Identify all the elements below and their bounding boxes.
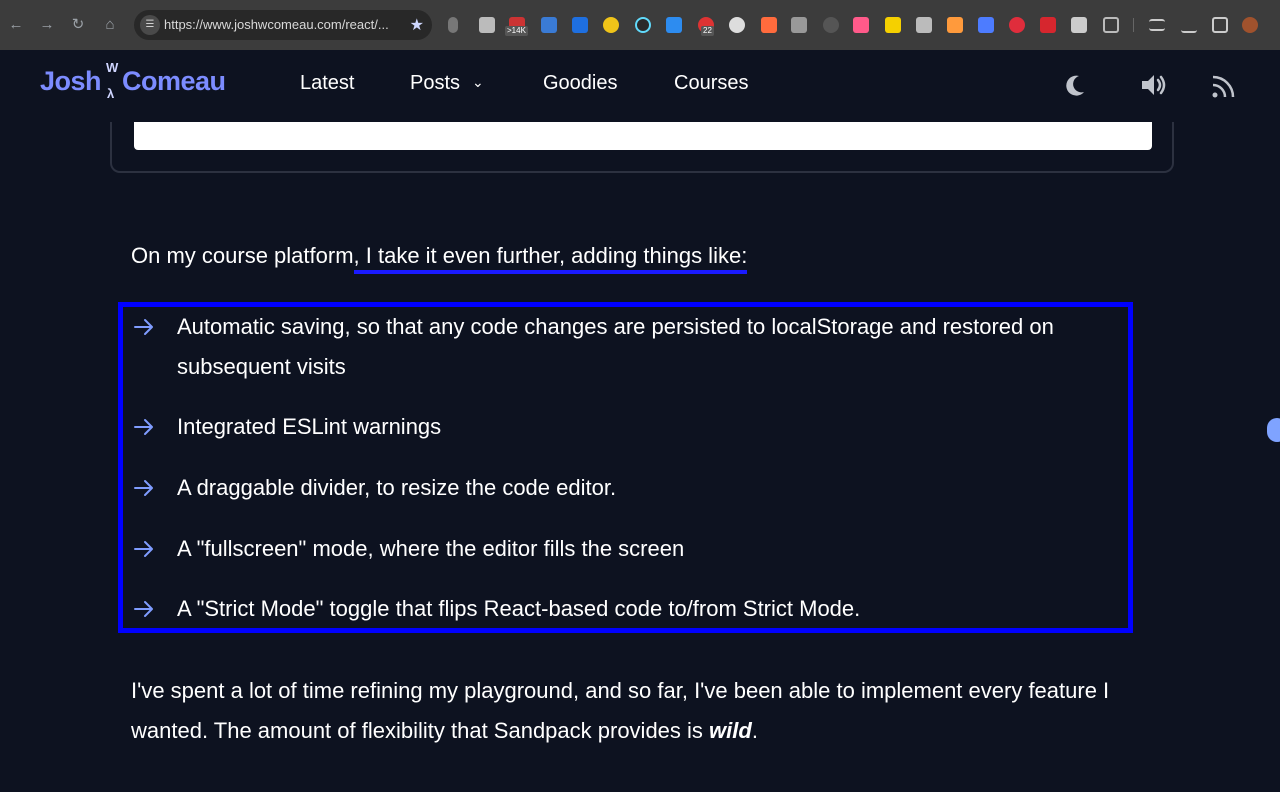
extension-icon[interactable] — [1009, 17, 1025, 33]
nav-latest[interactable]: Latest — [300, 72, 354, 95]
arrow-right-icon — [134, 480, 153, 496]
extension-icon[interactable] — [761, 17, 777, 33]
tv-extension-icon[interactable] — [1040, 17, 1056, 33]
logo-last-name: Comeau — [122, 66, 226, 96]
home-icon[interactable]: ⌂ — [100, 15, 120, 35]
nav-courses[interactable]: Courses — [674, 72, 748, 95]
list-item: A "Strict Mode" toggle that flips React-… — [177, 596, 861, 621]
arrow-right-icon — [134, 319, 153, 335]
microphone-icon[interactable] — [448, 17, 458, 33]
nav-posts[interactable]: Posts ⌄ — [410, 72, 484, 95]
site-info-icon[interactable]: ☰ — [140, 15, 160, 35]
highlighter-extension-icon[interactable] — [885, 17, 901, 33]
address-bar[interactable]: ☰ https://www.joshwcomeau.com/react/... … — [134, 10, 432, 40]
logo-w-mark: W — [106, 60, 119, 75]
outro-emphasis: wild — [709, 718, 752, 743]
site-header: Josh W λ Comeau Latest Posts ⌄ Goodies Co… — [0, 50, 1280, 122]
outro-text: I've spent a lot of time refining my pla… — [131, 678, 1110, 743]
arrow-right-icon — [134, 419, 153, 435]
extension-icon[interactable] — [1071, 17, 1087, 33]
moon-icon[interactable] — [1064, 70, 1094, 100]
bookmark-star-icon[interactable]: ★ — [410, 15, 424, 35]
intro-paragraph: On my course platform, I take it even fu… — [131, 236, 748, 276]
toolbar-divider — [1133, 18, 1134, 32]
browser-toolbar: ← → ↻ ⌂ ☰ https://www.joshwcomeau.com/re… — [0, 0, 1280, 50]
nav-goodies[interactable]: Goodies — [543, 72, 618, 95]
extension-icon[interactable] — [541, 17, 557, 33]
extension-icon[interactable] — [666, 17, 682, 33]
vue-devtools-icon[interactable] — [916, 17, 932, 33]
nav-posts-label: Posts — [410, 72, 461, 94]
camera-extension-icon[interactable] — [479, 17, 495, 33]
rss-icon[interactable] — [1210, 70, 1240, 100]
list-item: Automatic saving, so that any code chang… — [177, 314, 1054, 379]
puzzle-extensions-icon[interactable] — [1103, 17, 1119, 33]
extension-icon[interactable] — [853, 17, 869, 33]
extension-icon[interactable] — [572, 17, 588, 33]
intro-text: On my course platform — [131, 243, 354, 268]
intro-highlight: , I take it even further, adding things … — [353, 243, 748, 274]
floating-extension-icon[interactable] — [1267, 418, 1280, 442]
list-item: A "fullscreen" mode, where the editor fi… — [177, 536, 685, 561]
chevron-down-icon: ⌄ — [472, 74, 484, 90]
url-text[interactable]: https://www.joshwcomeau.com/react/... — [164, 17, 389, 32]
cube-extension-icon[interactable] — [791, 17, 807, 33]
code-playground-card — [110, 122, 1174, 173]
sound-icon[interactable] — [1139, 70, 1169, 100]
extension-icon[interactable] — [947, 17, 963, 33]
extension-icon[interactable] — [823, 17, 839, 33]
list-item: A draggable divider, to resize the code … — [177, 475, 617, 500]
outro-period: . — [751, 718, 758, 743]
reading-list-icon[interactable] — [1149, 19, 1165, 31]
glasses-extension-icon[interactable] — [729, 17, 745, 33]
extension-badge: >14K — [505, 26, 528, 36]
extension-badge: 22 — [701, 26, 714, 36]
reload-icon[interactable]: ↻ — [68, 15, 88, 35]
extension-icon[interactable] — [978, 17, 994, 33]
logo-first-name: Josh — [40, 66, 102, 96]
back-icon[interactable]: ← — [6, 15, 26, 35]
side-panel-icon[interactable] — [1212, 17, 1228, 33]
heart-extension-icon[interactable] — [603, 17, 619, 33]
outro-paragraph: I've spent a lot of time refining my pla… — [131, 671, 1131, 751]
download-icon[interactable] — [1181, 17, 1197, 33]
code-playground-preview[interactable] — [134, 122, 1152, 150]
arrow-right-icon — [134, 601, 153, 617]
forward-icon[interactable]: → — [37, 15, 57, 35]
profile-avatar[interactable] — [1242, 17, 1258, 33]
list-item: Integrated ESLint warnings — [177, 414, 442, 439]
logo-lambda-mark: λ — [107, 86, 115, 101]
arrow-right-icon — [134, 541, 153, 557]
react-devtools-icon[interactable] — [635, 17, 651, 33]
